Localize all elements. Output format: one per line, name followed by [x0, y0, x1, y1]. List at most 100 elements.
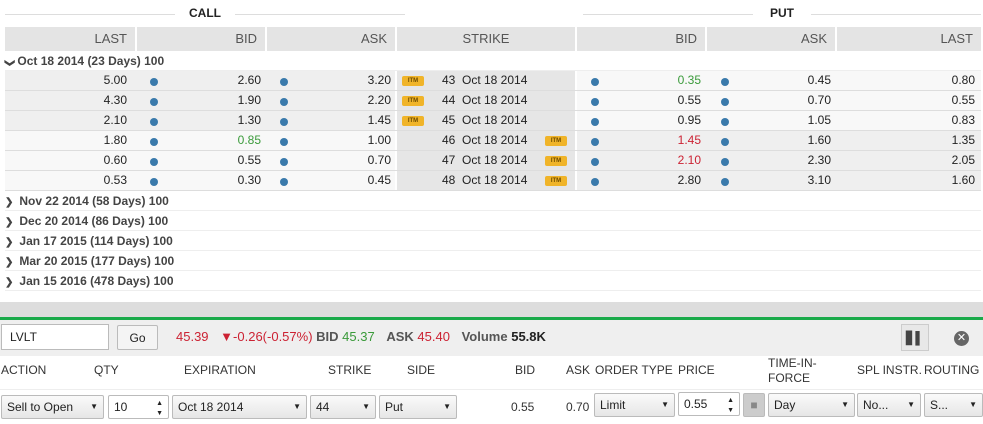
put-label: PUT [770, 6, 794, 20]
col-call-ask[interactable]: ASK [267, 27, 395, 51]
bid-label: BID [316, 329, 339, 344]
put-bid[interactable]: 0.55 [577, 91, 701, 110]
routing-select[interactable]: S... ▼ [924, 393, 983, 417]
expiration-group[interactable]: ❯ Jan 17 2015 (114 Days) 100 [5, 231, 981, 251]
option-row[interactable]: 0.60 0.55 0.70 47 Oct 18 2014 ITM 2.10 2.30 2.05 [5, 151, 981, 171]
symbol-input[interactable]: LVLT [1, 324, 109, 350]
qty-stepper[interactable]: 10 ▲ ▼ [108, 395, 169, 419]
strike-price: 46 [442, 133, 456, 147]
option-row[interactable]: 0.53 0.30 0.45 48 Oct 18 2014 ITM 2.80 3.10 1.60 [5, 171, 981, 191]
strike-expiration: Oct 18 2014 [462, 153, 528, 167]
chevron-down-icon: ▼ [293, 402, 301, 411]
put-last: 0.55 [951, 93, 975, 107]
order-type-select[interactable]: Limit ▼ [594, 393, 675, 417]
down-arrow-icon: ▼ [220, 329, 234, 344]
expiration-group[interactable]: ❯ Dec 20 2014 (86 Days) 100 [5, 211, 981, 231]
label-action: ACTION [1, 363, 47, 377]
action-select[interactable]: Sell to Open ▼ [1, 395, 104, 419]
chevron-down-icon: ▼ [969, 400, 977, 409]
put-ask[interactable]: 2.30 [707, 151, 831, 170]
put-bid[interactable]: 0.95 [577, 111, 701, 130]
label-price: PRICE [678, 363, 715, 377]
col-call-last[interactable]: LAST [5, 27, 135, 51]
chevron-down-icon: ❯ [4, 58, 16, 68]
volume-value: 55.8K [511, 329, 546, 344]
volume-label: Volume [461, 329, 508, 344]
put-ask[interactable]: 1.05 [707, 111, 831, 130]
expiration-group[interactable]: ❯ Mar 20 2015 (177 Days) 100 [5, 251, 981, 271]
put-bid[interactable]: 0.35 [577, 71, 701, 90]
call-bid[interactable]: 0.30 [137, 171, 261, 190]
itm-badge: ITM [402, 76, 424, 86]
option-row[interactable]: 4.30 1.90 2.20 ITM 44 Oct 18 2014 0.55 0.70 0.55 [5, 91, 981, 111]
call-ask[interactable]: 0.45 [267, 171, 391, 190]
call-section-title: CALL [5, 6, 405, 20]
expiration-group[interactable]: ❯ Nov 22 2014 (58 Days) 100 [5, 191, 981, 211]
expiration-select[interactable]: Oct 18 2014 ▼ [172, 395, 307, 419]
put-ask[interactable]: 3.10 [707, 171, 831, 190]
go-button[interactable]: Go [117, 325, 158, 350]
put-last: 1.35 [951, 133, 975, 147]
call-bid[interactable]: 0.85 [137, 131, 261, 150]
splitter[interactable] [0, 302, 983, 317]
call-ask[interactable]: 1.45 [267, 111, 391, 130]
lock-icon[interactable]: ■ [743, 393, 765, 417]
chevron-down-icon: ▼ [443, 402, 451, 411]
chevron-right-icon: ❯ [5, 237, 14, 248]
call-ask[interactable]: 2.20 [267, 91, 391, 110]
tif-select[interactable]: Day ▼ [768, 393, 855, 417]
side-select[interactable]: Put ▼ [379, 395, 457, 419]
price-stepper[interactable]: 0.55 ▲ ▼ [678, 392, 740, 416]
chevron-right-icon: ❯ [5, 197, 14, 208]
call-ask[interactable]: 1.00 [267, 131, 391, 150]
order-type-value: Limit [600, 398, 626, 412]
stepper-icon[interactable]: ▲ ▼ [156, 399, 163, 419]
label-order-type: ORDER TYPE [595, 363, 673, 377]
strike-price: 45 [442, 113, 456, 127]
strike-select[interactable]: 44 ▼ [310, 395, 376, 419]
call-bid[interactable]: 0.55 [137, 151, 261, 170]
chevron-right-icon: ❯ [5, 257, 14, 268]
price-value: 0.55 [684, 397, 708, 411]
call-bid[interactable]: 1.30 [137, 111, 261, 130]
put-bid[interactable]: 2.10 [577, 151, 701, 170]
itm-badge: ITM [402, 96, 424, 106]
call-last: 1.80 [103, 133, 127, 147]
group-label: Nov 22 2014 (58 Days) 100 [19, 194, 169, 208]
put-ask[interactable]: 0.70 [707, 91, 831, 110]
call-bid[interactable]: 2.60 [137, 71, 261, 90]
put-ask[interactable]: 1.60 [707, 131, 831, 150]
call-ask[interactable]: 0.70 [267, 151, 391, 170]
action-value: Sell to Open [7, 400, 74, 414]
option-row[interactable]: 2.10 1.30 1.45 ITM 45 Oct 18 2014 0.95 1.05 0.83 [5, 111, 981, 131]
label-qty: QTY [94, 363, 119, 377]
col-put-ask[interactable]: ASK [707, 27, 835, 51]
option-row[interactable]: 5.00 2.60 3.20 ITM 43 Oct 18 2014 0.35 0.45 0.80 [5, 71, 981, 91]
expiration-value: Oct 18 2014 [178, 400, 244, 414]
spl-instr-select[interactable]: No... ▼ [857, 393, 921, 417]
col-put-bid[interactable]: BID [577, 27, 705, 51]
call-bid[interactable]: 1.90 [137, 91, 261, 110]
col-strike[interactable]: STRIKE [397, 27, 575, 51]
expiration-group-expanded[interactable]: ❯ Oct 18 2014 (23 Days) 100 [4, 51, 981, 71]
side-value: Put [385, 400, 404, 414]
last-price: 45.39 [176, 329, 209, 344]
call-ask[interactable]: 3.20 [267, 71, 391, 90]
strike-expiration: Oct 18 2014 [462, 173, 528, 187]
strike-expiration: Oct 18 2014 [462, 113, 528, 127]
stepper-icon[interactable]: ▲ ▼ [727, 396, 734, 416]
label-bid: BID [515, 363, 536, 377]
label-routing: ROUTING [924, 363, 980, 377]
put-bid[interactable]: 2.80 [577, 171, 701, 190]
close-icon[interactable]: ✕ [954, 331, 969, 346]
group-label: Mar 20 2015 (177 Days) 100 [19, 254, 175, 268]
col-call-bid[interactable]: BID [137, 27, 265, 51]
put-bid[interactable]: 1.45 [577, 131, 701, 150]
col-put-last[interactable]: LAST [837, 27, 981, 51]
expiration-group[interactable]: ❯ Jan 15 2016 (478 Days) 100 [5, 271, 981, 291]
call-last: 0.60 [103, 153, 127, 167]
put-ask[interactable]: 0.45 [707, 71, 831, 90]
strike-price: 47 [442, 153, 456, 167]
option-row[interactable]: 1.80 0.85 1.00 46 Oct 18 2014 ITM 1.45 1.60 1.35 [5, 131, 981, 151]
chart-icon[interactable]: ▋▌ [901, 324, 929, 351]
